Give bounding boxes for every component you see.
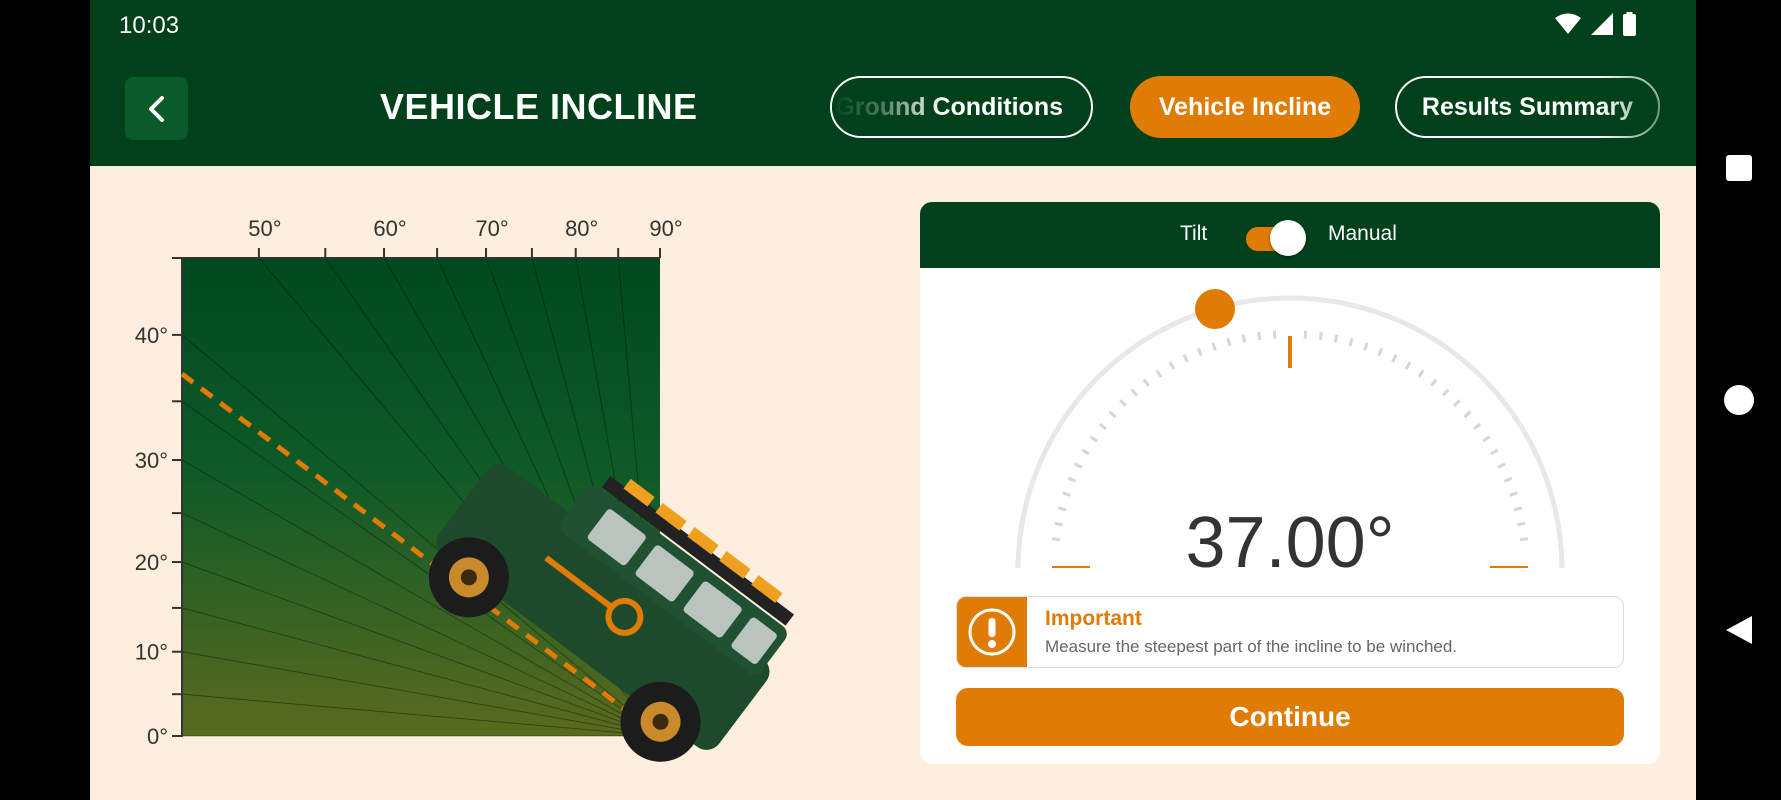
- notice-icon-box: [957, 597, 1027, 667]
- tab-vehicle-incline[interactable]: Vehicle Incline: [1130, 76, 1360, 138]
- incline-diagram: 50° 60° 70° 80° 90° 40° 30° 20° 10° 0°: [90, 166, 890, 800]
- gauge-tick: [1404, 361, 1412, 370]
- gauge-tick: [1272, 330, 1277, 339]
- system-nav-bar: [1696, 0, 1781, 800]
- gauge-tick: [1081, 448, 1090, 456]
- angle-readout: 37.00°: [1185, 503, 1395, 583]
- status-time: 10:03: [119, 12, 180, 39]
- tab-results-summary[interactable]: Results Summary: [1395, 76, 1660, 140]
- gauge-tick: [1318, 331, 1323, 341]
- gauge-tick: [1391, 354, 1398, 363]
- back-button[interactable]: [125, 77, 188, 140]
- exclamation-icon: [968, 608, 1016, 656]
- gauge-tick: [1098, 422, 1107, 430]
- gauge-tick: [1463, 410, 1472, 419]
- gauge-tick: [1333, 334, 1339, 343]
- incline-chart: 50° 60° 70° 80° 90° 40° 30° 20° 10° 0°: [135, 216, 795, 762]
- gauge-tick: [1509, 491, 1518, 497]
- gauge-tick: [1473, 422, 1482, 430]
- gauge-tick: [1142, 378, 1150, 387]
- toggle-label-manual: Manual: [1328, 222, 1397, 245]
- gauge-tick: [1155, 369, 1163, 378]
- gauge-tick: [1482, 435, 1491, 443]
- gauge-tick: [1108, 410, 1117, 419]
- top-tick-label: 60°: [373, 216, 406, 241]
- gauge-tick: [1497, 462, 1506, 469]
- back-triangle-icon[interactable]: [1724, 614, 1754, 646]
- page-title: VEHICLE INCLINE: [380, 86, 698, 127]
- toggle-knob: [1270, 220, 1306, 256]
- left-tick-label: 20°: [135, 550, 168, 575]
- battery-icon: [1623, 12, 1636, 36]
- gauge-tick: [1130, 388, 1139, 397]
- tab-ground-conditions[interactable]: Ground Conditions: [830, 76, 1093, 138]
- mode-toggle-bar: Tilt Manual: [920, 202, 1660, 268]
- gauge-tick: [1211, 342, 1217, 351]
- wifi-icon: [1555, 13, 1581, 34]
- gauge-tick: [1074, 462, 1083, 469]
- gauge-tick: [1257, 331, 1262, 341]
- home-circle-icon[interactable]: [1723, 384, 1755, 416]
- continue-button[interactable]: Continue: [956, 688, 1624, 746]
- gauge-tick: [1503, 476, 1513, 483]
- left-tick-label: 10°: [135, 640, 168, 665]
- gauge-tick: [1441, 388, 1450, 397]
- left-tick-label: 0°: [147, 724, 168, 749]
- top-tick-label: 90°: [649, 216, 682, 241]
- tab-label: Vehicle Incline: [1158, 92, 1332, 121]
- gauge-handle[interactable]: [1195, 289, 1235, 329]
- gauge-tick: [1182, 354, 1189, 363]
- gauge-tick: [1196, 347, 1203, 357]
- gauge-tick: [1417, 369, 1425, 378]
- important-notice: Important Measure the steepest part of t…: [956, 596, 1624, 668]
- gauge-tick: [1303, 330, 1308, 339]
- gauge-tick: [1226, 337, 1232, 347]
- gauge-tick: [1119, 399, 1128, 408]
- gauge-tick: [1168, 361, 1176, 370]
- step-tabs: Ground Conditions Vehicle Incline Result…: [830, 76, 1696, 140]
- toggle-label-tilt: Tilt: [1180, 222, 1208, 245]
- gauge-tick: [1062, 491, 1071, 497]
- tab-fade: [832, 78, 942, 136]
- gauge-tick: [1089, 435, 1098, 443]
- tab-fade: [1600, 76, 1660, 140]
- gauge-tick: [1067, 476, 1077, 483]
- app-bar: 10:03 VEHICLE INCLINE Ground Conditions …: [90, 0, 1696, 166]
- gauge-tick: [1490, 448, 1499, 456]
- chevron-left-icon: [148, 95, 164, 122]
- notice-text: Measure the steepest part of the incline…: [1045, 637, 1458, 656]
- gauge-tick: [1241, 334, 1247, 343]
- gauge-tick: [1348, 337, 1354, 347]
- notice-title: Important: [1045, 607, 1142, 630]
- app-screen: 10:03 VEHICLE INCLINE Ground Conditions …: [90, 0, 1696, 800]
- incline-panel: Tilt Manual 37.00° Important Measure the…: [920, 202, 1660, 764]
- gauge-tick: [1377, 347, 1384, 357]
- status-icons: [1555, 12, 1636, 36]
- mode-toggle[interactable]: [1246, 220, 1306, 256]
- top-tick-label: 50°: [248, 216, 281, 241]
- gauge-tick: [1452, 399, 1461, 408]
- gauge-tick: [1363, 342, 1369, 351]
- left-tick-label: 40°: [135, 323, 168, 348]
- signal-icon: [1591, 13, 1613, 35]
- top-tick-label: 80°: [565, 216, 598, 241]
- gauge-tick: [1430, 378, 1438, 387]
- left-tick-label: 30°: [135, 448, 168, 473]
- recents-square-icon[interactable]: [1724, 153, 1754, 183]
- top-tick-label: 70°: [475, 216, 508, 241]
